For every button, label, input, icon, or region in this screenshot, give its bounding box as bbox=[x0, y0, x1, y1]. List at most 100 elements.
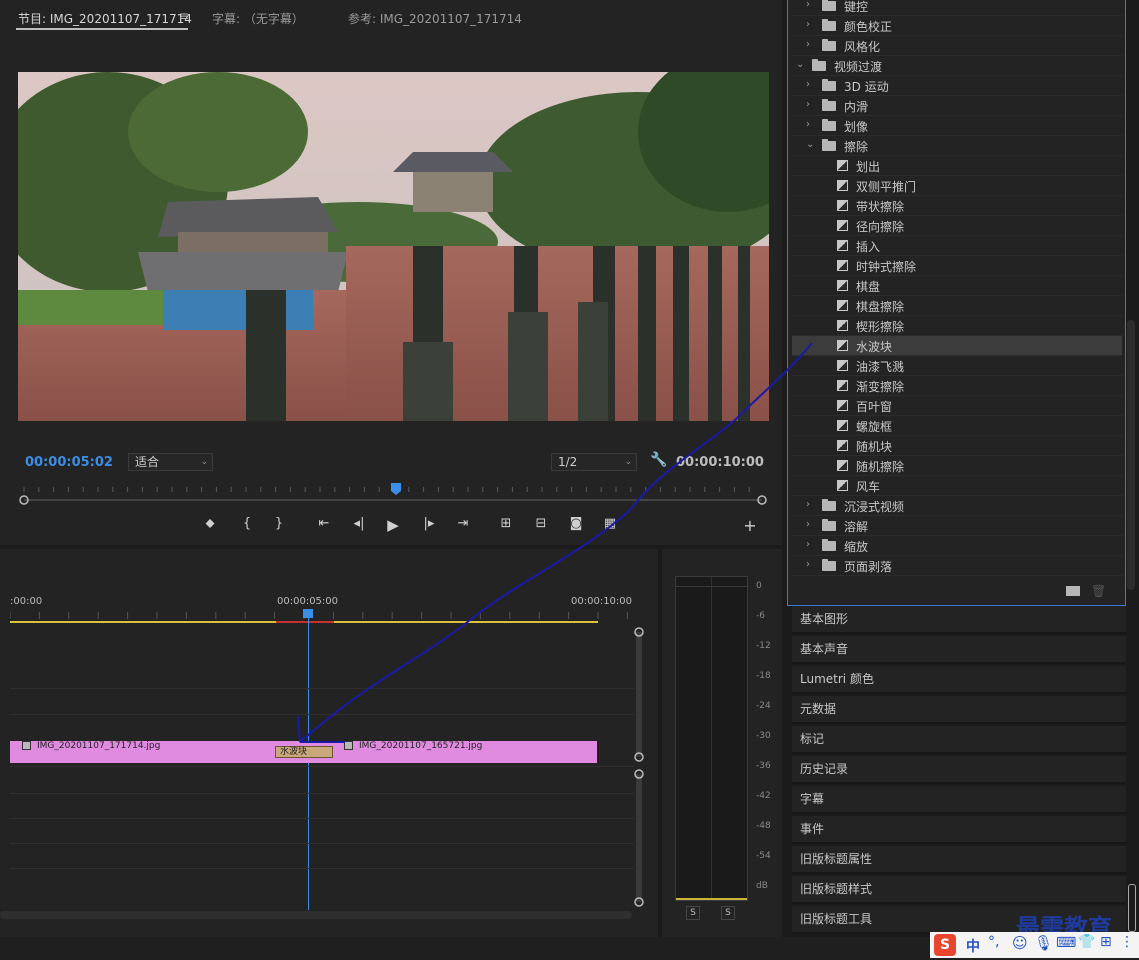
ime-toolbar[interactable]: S 中 °, ☺ 🎙 ⌨ 👕 ⊞ ⋮ bbox=[930, 932, 1139, 958]
chevron-right-icon[interactable]: › bbox=[806, 39, 810, 50]
more-icon[interactable]: ⋮ bbox=[1120, 934, 1134, 950]
current-timecode[interactable]: 00:00:05:02 bbox=[25, 455, 113, 470]
transition-effect-icon bbox=[837, 180, 848, 191]
tab-program[interactable]: 节目: IMG_20201107_171714 bbox=[18, 10, 192, 27]
effect-item[interactable]: 插入 bbox=[792, 236, 1122, 256]
chevron-right-icon[interactable]: › bbox=[806, 539, 810, 550]
effect-folder[interactable]: › 划像 bbox=[792, 116, 1122, 136]
keyboard-icon[interactable]: ⌨ bbox=[1056, 935, 1076, 951]
chevron-right-icon[interactable]: › bbox=[806, 499, 810, 510]
effect-item[interactable]: 径向擦除 bbox=[792, 216, 1122, 236]
hamburger-icon[interactable]: ≡ bbox=[179, 9, 189, 23]
timeline-playhead-head[interactable] bbox=[303, 609, 313, 618]
panel-list-item[interactable]: 旧版标题属性 bbox=[792, 846, 1126, 874]
chevron-down-icon[interactable]: ⌄ bbox=[806, 139, 814, 150]
effect-item[interactable]: 随机块 bbox=[792, 436, 1122, 456]
effect-folder[interactable]: › 页面剥落 bbox=[792, 556, 1122, 576]
effect-item[interactable]: 双侧平推门 bbox=[792, 176, 1122, 196]
timeline-vertical-scrollbar[interactable] bbox=[630, 625, 648, 910]
comparison-view-icon[interactable]: ▦ bbox=[600, 516, 620, 531]
panel-list-scrollbar[interactable] bbox=[1128, 884, 1136, 932]
step-back-icon[interactable]: ◂| bbox=[349, 516, 369, 531]
microphone-icon[interactable]: 🎙 bbox=[1034, 934, 1053, 952]
mark-in-icon[interactable]: { bbox=[237, 516, 257, 531]
chevron-right-icon[interactable]: › bbox=[806, 19, 810, 30]
panel-list-item[interactable]: Lumetri 颜色 bbox=[792, 666, 1126, 694]
panel-list-item[interactable]: 基本声音 bbox=[792, 636, 1126, 664]
effect-item[interactable]: 划出 bbox=[792, 156, 1122, 176]
panel-list-item[interactable]: 字幕 bbox=[792, 786, 1126, 814]
lift-icon[interactable]: ⊞ bbox=[496, 516, 516, 531]
panel-list-item[interactable]: 标记 bbox=[792, 726, 1126, 754]
wrench-icon[interactable]: 🔧 bbox=[650, 452, 667, 468]
clip-1[interactable]: IMG_20201107_171714.jpg bbox=[10, 741, 306, 763]
effect-folder[interactable]: › 缩放 bbox=[792, 536, 1122, 556]
play-icon[interactable]: ▶ bbox=[383, 516, 403, 534]
effect-item[interactable]: 随机擦除 bbox=[792, 456, 1122, 476]
effect-folder[interactable]: › 溶解 bbox=[792, 516, 1122, 536]
transition-water-blocks[interactable]: 水波块 bbox=[275, 746, 333, 758]
solo-button-right[interactable]: S bbox=[721, 906, 735, 920]
chevron-right-icon[interactable]: › bbox=[806, 79, 810, 90]
panel-list-item[interactable]: 旧版标题样式 bbox=[792, 876, 1126, 904]
effect-item[interactable]: 风车 bbox=[792, 476, 1122, 496]
effect-folder[interactable]: › 键控 bbox=[792, 0, 1122, 16]
effect-item[interactable]: 水波块 bbox=[792, 336, 1122, 356]
emoji-icon[interactable]: ☺ bbox=[1012, 934, 1028, 952]
video-preview[interactable] bbox=[18, 72, 769, 421]
timeline-ruler-ticks[interactable] bbox=[10, 606, 635, 620]
add-button-icon[interactable]: + bbox=[740, 516, 760, 535]
effect-item[interactable]: 棋盘 bbox=[792, 276, 1122, 296]
solo-button-left[interactable]: S bbox=[686, 906, 700, 920]
effect-item[interactable]: 渐变擦除 bbox=[792, 376, 1122, 396]
skin-icon[interactable]: 👕 bbox=[1078, 934, 1095, 950]
new-bin-icon[interactable] bbox=[1066, 586, 1080, 596]
punctuation-icon[interactable]: °, bbox=[988, 934, 999, 950]
monitor-playhead[interactable] bbox=[391, 483, 401, 495]
clip-2[interactable]: IMG_20201107_165721.jpg bbox=[306, 741, 597, 763]
go-to-out-icon[interactable]: ⇥ bbox=[453, 516, 473, 531]
chevron-right-icon[interactable]: › bbox=[806, 559, 810, 570]
effect-folder[interactable]: ⌄ 擦除 bbox=[792, 136, 1122, 156]
trash-icon[interactable]: 🗑 bbox=[1091, 584, 1106, 598]
monitor-time-ruler[interactable] bbox=[18, 483, 768, 505]
effect-item[interactable]: 带状擦除 bbox=[792, 196, 1122, 216]
effects-scrollbar[interactable] bbox=[1127, 320, 1135, 590]
effect-folder[interactable]: › 颜色校正 bbox=[792, 16, 1122, 36]
effect-folder[interactable]: › 沉浸式视频 bbox=[792, 496, 1122, 516]
chevron-right-icon[interactable]: › bbox=[806, 0, 810, 10]
panel-list-item[interactable]: 历史记录 bbox=[792, 756, 1126, 784]
toolbox-icon[interactable]: ⊞ bbox=[1100, 934, 1112, 950]
ime-mode-label[interactable]: 中 bbox=[966, 936, 980, 956]
effect-item[interactable]: 螺旋框 bbox=[792, 416, 1122, 436]
mark-out-icon[interactable]: } bbox=[269, 516, 289, 531]
resolution-dropdown[interactable]: 1/2 ⌄ bbox=[551, 453, 637, 471]
effect-item[interactable]: 百叶窗 bbox=[792, 396, 1122, 416]
effect-item[interactable]: 油漆飞溅 bbox=[792, 356, 1122, 376]
panel-list-item[interactable]: 元数据 bbox=[792, 696, 1126, 724]
effect-item[interactable]: 楔形擦除 bbox=[792, 316, 1122, 336]
effect-folder[interactable]: › 内滑 bbox=[792, 96, 1122, 116]
timeline-horizontal-scrollbar[interactable] bbox=[0, 911, 632, 919]
fit-dropdown[interactable]: 适合 ⌄ bbox=[128, 453, 213, 471]
extract-icon[interactable]: ⊟ bbox=[531, 516, 551, 531]
chevron-right-icon[interactable]: › bbox=[806, 99, 810, 110]
add-marker-icon[interactable]: ⬥ bbox=[200, 516, 220, 531]
chevron-right-icon[interactable]: › bbox=[806, 119, 810, 130]
step-forward-icon[interactable]: |▸ bbox=[419, 516, 439, 531]
tab-captions[interactable]: 字幕: （无字幕） bbox=[212, 10, 304, 27]
effect-item[interactable]: 棋盘擦除 bbox=[792, 296, 1122, 316]
effect-label: 楔形擦除 bbox=[856, 320, 905, 334]
chevron-down-icon[interactable]: ⌄ bbox=[796, 59, 804, 70]
go-to-in-icon[interactable]: ⇤ bbox=[314, 516, 334, 531]
effect-folder[interactable]: › 风格化 bbox=[792, 36, 1122, 56]
effect-item[interactable]: 时钟式擦除 bbox=[792, 256, 1122, 276]
chevron-right-icon[interactable]: › bbox=[806, 519, 810, 530]
camera-icon[interactable]: ◙ bbox=[566, 516, 586, 531]
panel-list-item[interactable]: 事件 bbox=[792, 816, 1126, 844]
panel-list-item[interactable]: 基本图形 bbox=[792, 606, 1126, 634]
db-tick-label: -6 bbox=[756, 611, 765, 621]
effect-folder[interactable]: ⌄ 视频过渡 bbox=[792, 56, 1122, 76]
effect-folder[interactable]: › 3D 运动 bbox=[792, 76, 1122, 96]
tab-reference[interactable]: 参考: IMG_20201107_171714 bbox=[348, 10, 522, 27]
